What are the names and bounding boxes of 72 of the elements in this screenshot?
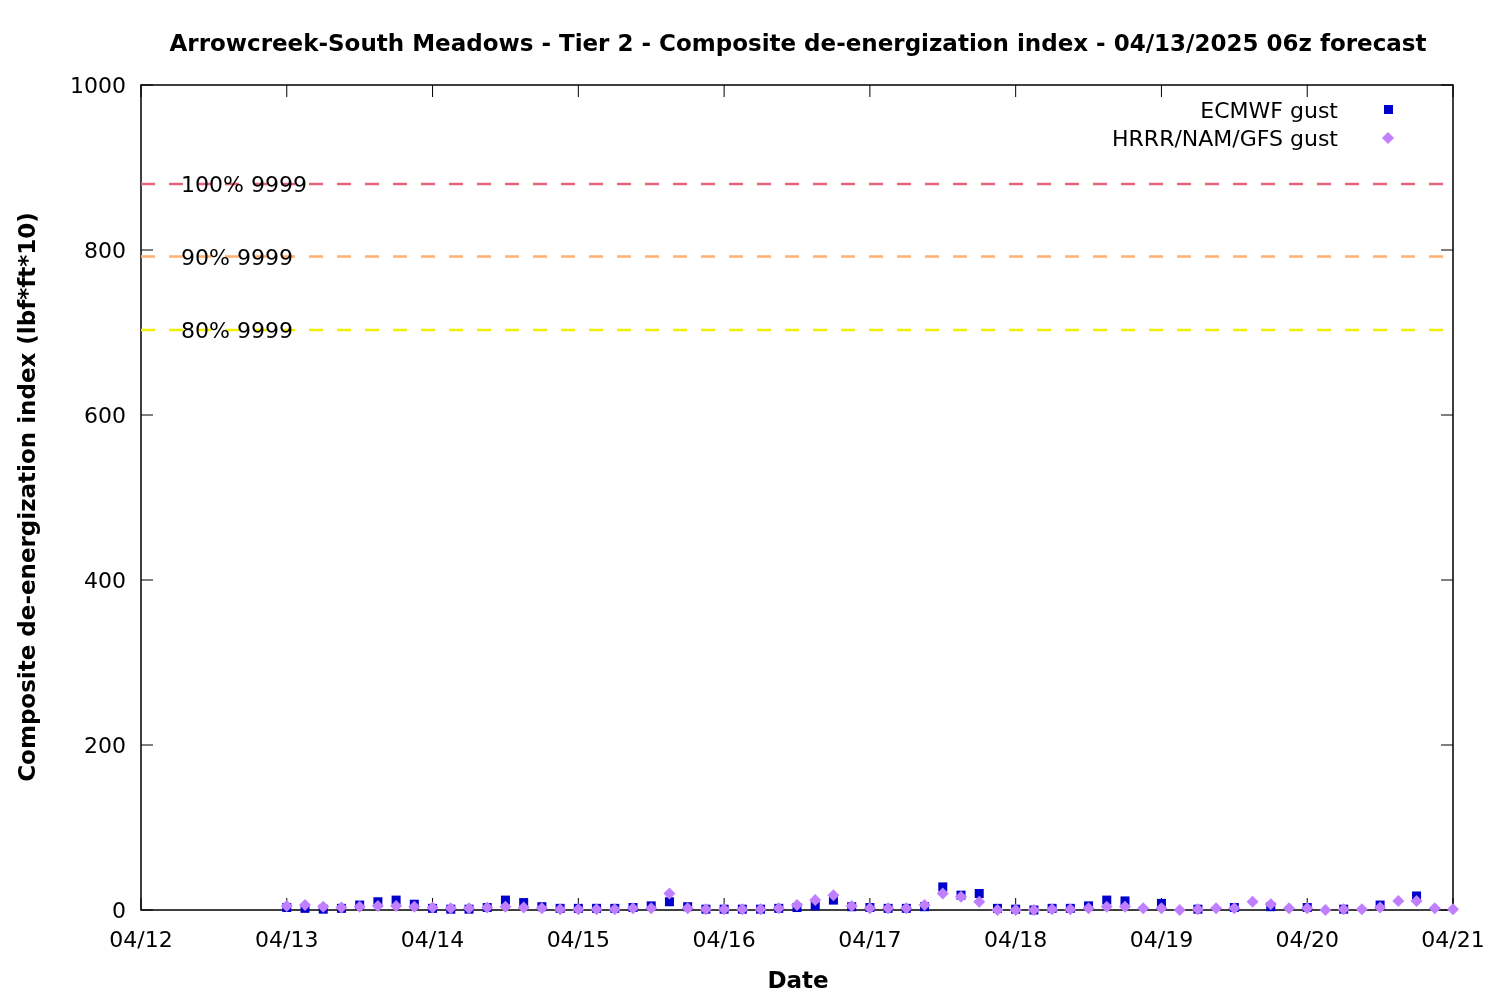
data-point bbox=[1246, 895, 1259, 908]
chart-title: Arrowcreek-South Meadows - Tier 2 - Composite de-energization index - 04/13/2025 06z forecast bbox=[169, 30, 1427, 56]
tick-mark bbox=[140, 249, 154, 251]
x-tick-label: 04/14 bbox=[400, 927, 465, 952]
x-tick-label: 04/15 bbox=[546, 927, 611, 952]
tick-mark bbox=[1440, 414, 1454, 416]
tick-mark bbox=[432, 84, 434, 98]
tick-mark bbox=[140, 744, 154, 746]
data-point bbox=[371, 899, 384, 912]
data-point bbox=[280, 899, 293, 912]
data-point bbox=[1447, 903, 1459, 916]
tick-mark bbox=[140, 579, 154, 581]
data-point bbox=[1428, 902, 1441, 915]
data-point bbox=[1392, 894, 1405, 907]
x-tick-label: 04/19 bbox=[1129, 927, 1194, 952]
data-point bbox=[1410, 894, 1423, 907]
data-point bbox=[499, 900, 512, 913]
x-tick-label: 04/16 bbox=[692, 927, 756, 952]
data-point bbox=[1119, 900, 1131, 913]
x-axis-title: Date bbox=[767, 967, 829, 993]
data-point bbox=[827, 889, 840, 902]
x-tick-label: 04/17 bbox=[838, 927, 902, 952]
tick-mark bbox=[1440, 249, 1454, 251]
x-tick-label: 04/12 bbox=[109, 927, 173, 952]
y-tick-label: 0 bbox=[112, 898, 126, 923]
tick-mark bbox=[1306, 84, 1308, 98]
data-point bbox=[299, 899, 311, 912]
threshold-label: 90% 9999 bbox=[181, 244, 293, 270]
legend-label: HRRR/NAM/GFS gust bbox=[1112, 126, 1338, 151]
data-point bbox=[317, 900, 330, 913]
data-point bbox=[936, 887, 949, 900]
data-point bbox=[663, 887, 676, 900]
data-point bbox=[1319, 904, 1332, 916]
data-point bbox=[1155, 902, 1168, 915]
data-point bbox=[408, 900, 421, 913]
y-tick-label: 200 bbox=[84, 733, 126, 758]
data-point bbox=[645, 902, 658, 915]
legend-label: ECMWF gust bbox=[1200, 98, 1338, 123]
threshold-label: 100% 9999 bbox=[181, 172, 307, 197]
data-point bbox=[1210, 902, 1223, 915]
tick-mark bbox=[140, 414, 154, 416]
x-tick-label: 04/13 bbox=[255, 927, 319, 952]
tick-mark bbox=[723, 84, 725, 98]
tick-mark bbox=[577, 84, 579, 98]
y-tick-label: 1000 bbox=[70, 73, 126, 98]
x-tick-label: 04/21 bbox=[1421, 927, 1485, 952]
tick-mark bbox=[1160, 84, 1162, 98]
y-tick-label: 800 bbox=[84, 238, 126, 263]
data-point bbox=[1082, 902, 1095, 915]
threshold-label: 80% 9999 bbox=[181, 318, 293, 343]
tick-mark bbox=[1440, 744, 1454, 746]
data-point bbox=[664, 897, 674, 907]
data-point bbox=[1173, 904, 1186, 916]
data-point bbox=[1374, 901, 1387, 914]
x-tick-label: 04/20 bbox=[1275, 927, 1339, 952]
tick-mark bbox=[1440, 579, 1454, 581]
data-point bbox=[1100, 900, 1113, 913]
data-point bbox=[1137, 902, 1150, 915]
data-point bbox=[390, 899, 403, 912]
data-point bbox=[1283, 902, 1295, 915]
y-tick-label: 400 bbox=[84, 568, 126, 593]
x-tick-label: 04/18 bbox=[983, 927, 1048, 952]
data-point bbox=[1355, 903, 1368, 916]
data-point bbox=[791, 899, 803, 912]
data-point bbox=[517, 901, 530, 914]
data-point bbox=[809, 894, 822, 907]
y-axis-title: Composite de-energization index (lbf*ft*10) bbox=[14, 212, 40, 782]
tick-mark bbox=[869, 84, 871, 98]
y-tick-label: 600 bbox=[84, 403, 126, 428]
tick-mark bbox=[286, 84, 288, 98]
data-point bbox=[1264, 898, 1277, 911]
tick-mark bbox=[1015, 84, 1017, 98]
